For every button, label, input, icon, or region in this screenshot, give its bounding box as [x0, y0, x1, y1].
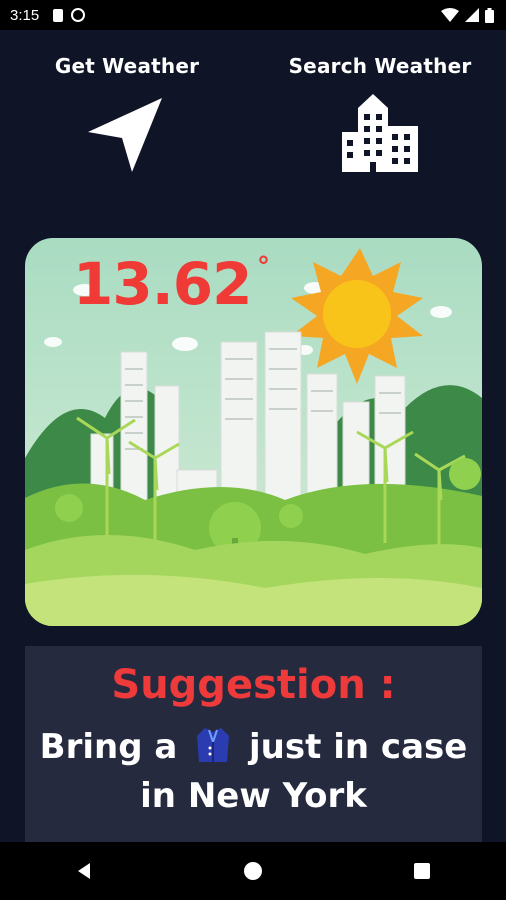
get-weather-button[interactable]: Get Weather — [27, 54, 227, 176]
suggestion-title: Suggestion : — [111, 662, 396, 708]
suggestion-line-2: in New York — [140, 776, 367, 816]
sd-card-icon — [53, 8, 64, 22]
signal-icon — [465, 8, 479, 22]
degree-symbol: ° — [257, 252, 270, 282]
wifi-icon — [441, 8, 459, 22]
top-actions: Get Weather Search Weather — [0, 54, 506, 214]
search-weather-label: Search Weather — [288, 54, 472, 78]
status-time: 3:15 — [10, 6, 40, 24]
status-bar: 3:15 — [0, 0, 506, 30]
battery-icon — [485, 7, 494, 23]
suggestion-just-in-case-text: just in case — [249, 727, 468, 767]
navigation-arrow-icon — [88, 98, 162, 172]
weather-card: 13.62 ° — [25, 238, 482, 626]
suggestion-panel: Suggestion : Bring a just in case in New… — [25, 646, 482, 842]
coat-icon — [195, 724, 231, 773]
suggestion-bring-text: Bring a — [39, 727, 178, 767]
city-building-icon — [342, 94, 418, 172]
get-weather-label: Get Weather — [54, 54, 200, 78]
sync-icon — [71, 8, 86, 22]
suggestion-line-1: Bring a just in case — [25, 724, 482, 773]
back-icon[interactable] — [74, 861, 94, 881]
search-weather-button[interactable]: Search Weather — [280, 54, 480, 172]
temperature-value: 13.62 — [73, 250, 252, 318]
recents-icon[interactable] — [412, 861, 432, 881]
home-icon[interactable] — [243, 861, 263, 881]
navigation-bar — [0, 842, 506, 900]
